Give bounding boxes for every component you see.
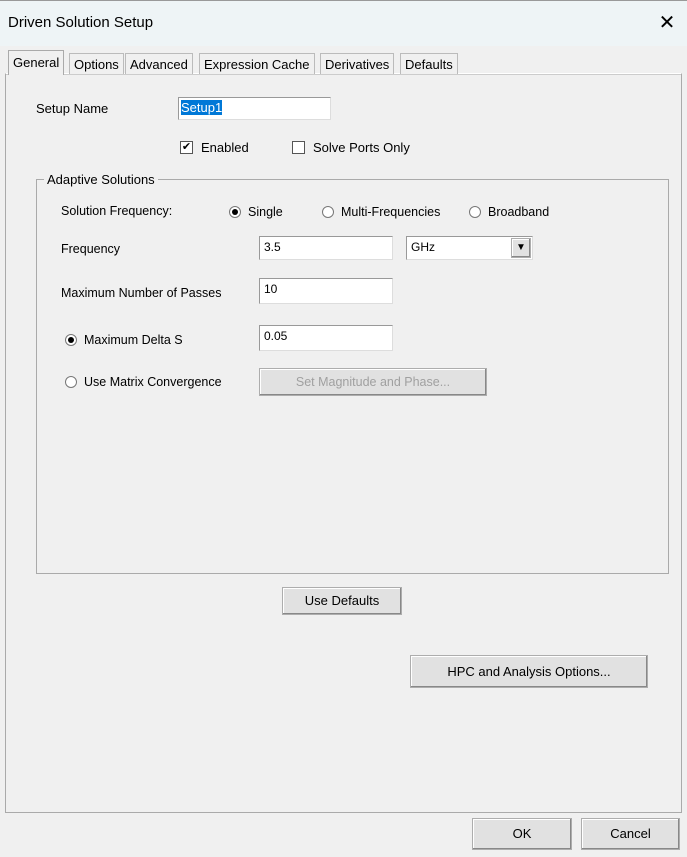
frequency-input[interactable]: 3.5 <box>259 236 393 260</box>
matrix-convergence-radio[interactable] <box>65 376 77 388</box>
close-icon[interactable]: ✕ <box>656 10 678 34</box>
single-radio[interactable] <box>229 206 241 218</box>
solution-frequency-label: Solution Frequency: <box>61 204 173 218</box>
broadband-radio[interactable] <box>469 206 481 218</box>
single-label: Single <box>248 205 283 219</box>
max-delta-s-input[interactable]: 0.05 <box>259 325 393 351</box>
frequency-label: Frequency <box>61 242 121 256</box>
solve-ports-only-checkbox[interactable] <box>292 141 305 154</box>
solve-ports-only-label: Solve Ports Only <box>313 140 410 155</box>
multi-frequencies-radio[interactable] <box>322 206 334 218</box>
max-passes-label: Maximum Number of Passes <box>61 286 222 300</box>
tab-derivatives[interactable]: Derivatives <box>320 53 395 74</box>
set-magnitude-phase-button[interactable]: Set Magnitude and Phase... <box>259 368 487 396</box>
chevron-down-icon[interactable]: ▼ <box>511 238 531 258</box>
multi-frequencies-label: Multi-Frequencies <box>341 205 441 219</box>
tab-options[interactable]: Options <box>69 53 124 74</box>
tab-general[interactable]: General <box>8 50 65 75</box>
broadband-label: Broadband <box>488 205 550 219</box>
tab-advanced[interactable]: Advanced <box>125 53 193 74</box>
use-defaults-button[interactable]: Use Defaults <box>282 587 402 615</box>
setup-name-label: Setup Name <box>36 101 109 116</box>
matrix-convergence-label: Use Matrix Convergence <box>84 375 222 389</box>
max-delta-s-label: Maximum Delta S <box>84 333 183 347</box>
tab-expression-cache[interactable]: Expression Cache <box>199 53 315 74</box>
setup-name-input[interactable]: Setup1 <box>178 97 331 120</box>
frequency-unit-value: GHz <box>411 240 435 254</box>
setup-name-value: Setup1 <box>181 100 223 115</box>
adaptive-solutions-title: Adaptive Solutions <box>44 172 158 187</box>
enabled-label: Enabled <box>201 140 249 155</box>
enabled-checkbox[interactable]: ✔ <box>180 141 193 154</box>
cancel-button[interactable]: Cancel <box>581 818 680 850</box>
ok-button[interactable]: OK <box>472 818 572 850</box>
max-delta-s-radio[interactable] <box>65 334 77 346</box>
hpc-analysis-options-button[interactable]: HPC and Analysis Options... <box>410 655 648 688</box>
window-title: Driven Solution Setup <box>8 14 154 31</box>
max-passes-input[interactable]: 10 <box>259 278 393 304</box>
tab-defaults[interactable]: Defaults <box>400 53 458 74</box>
